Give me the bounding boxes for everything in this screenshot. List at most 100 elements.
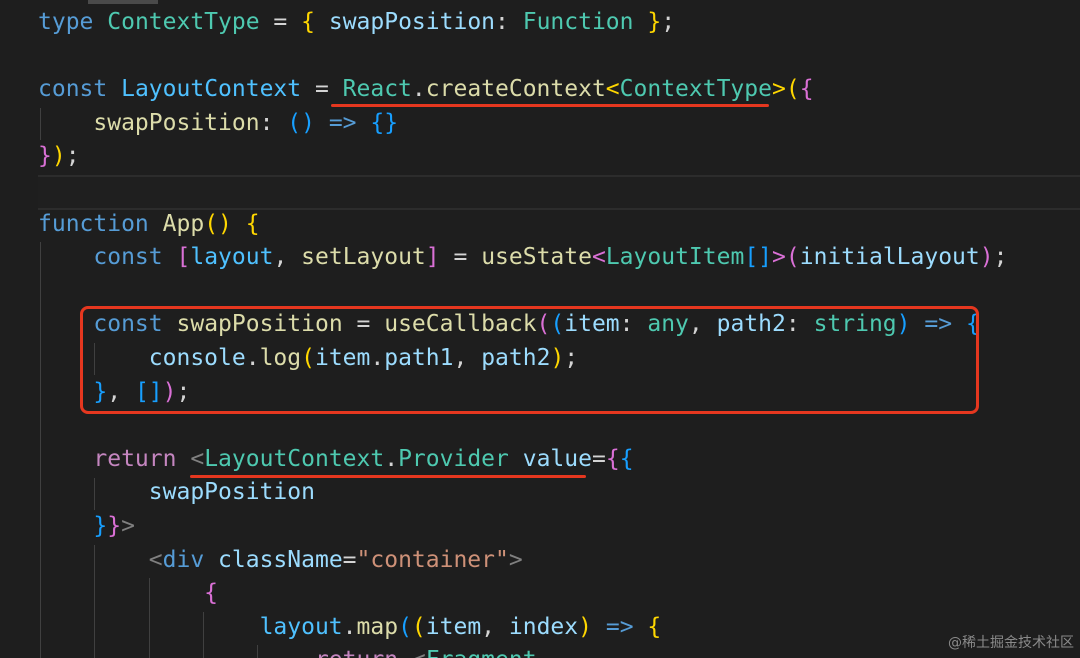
code-token: initialLayout xyxy=(799,244,980,271)
code-token: > xyxy=(772,244,786,271)
code-token: , xyxy=(481,613,509,640)
code-token: } xyxy=(93,513,108,539)
code-token: [ xyxy=(176,244,191,271)
code-token: < xyxy=(148,546,163,573)
code-token: ) xyxy=(51,143,66,170)
code-token: = xyxy=(342,546,357,573)
annotation-box-swap-position xyxy=(80,306,979,414)
code-line[interactable]: }); xyxy=(38,140,80,174)
code-token: } xyxy=(107,513,122,539)
code-token: layout xyxy=(190,244,274,271)
code-line[interactable]: swapPosition xyxy=(38,476,315,510)
code-token: () xyxy=(287,109,315,136)
code-token: : xyxy=(495,9,523,35)
code-token: = xyxy=(591,445,606,472)
code-token: "container" xyxy=(356,546,509,573)
code-token: < xyxy=(591,244,606,271)
code-token: { xyxy=(799,76,814,103)
code-token: function xyxy=(38,210,149,237)
current-line-highlight xyxy=(38,175,1080,210)
code-token: React xyxy=(342,76,412,103)
code-token: [] xyxy=(744,244,773,271)
code-token: { xyxy=(245,210,260,237)
code-line[interactable]: { xyxy=(38,577,218,611)
code-line[interactable]: function App() { xyxy=(38,208,260,242)
code-token: < xyxy=(190,445,205,472)
code-token: ( xyxy=(398,613,412,640)
code-token: layout xyxy=(259,613,343,640)
code-token: const xyxy=(38,76,108,103)
code-line[interactable]: return <Fragment xyxy=(38,644,537,658)
code-token: => xyxy=(328,109,357,136)
code-token: ContextType xyxy=(619,76,772,103)
annotation-underline-provider xyxy=(190,475,586,478)
code-line[interactable]: const [layout, setLayout] = useState<Lay… xyxy=(38,241,1007,275)
code-token: = xyxy=(259,9,302,35)
code-token: < xyxy=(412,647,426,658)
code-token: ) xyxy=(578,613,592,640)
code-token: = xyxy=(439,244,482,271)
code-token: { xyxy=(605,445,620,472)
code-token: > xyxy=(771,76,786,103)
code-line[interactable]: type ContextType = { swapPosition: Funct… xyxy=(38,6,675,40)
code-token: } xyxy=(38,143,52,170)
code-token: value xyxy=(522,445,592,472)
code-token: ( xyxy=(785,244,800,271)
code-token: map xyxy=(356,613,399,640)
code-token: > xyxy=(121,513,135,539)
code-token: {} xyxy=(370,109,399,136)
code-token: } xyxy=(647,9,662,35)
code-token: ( xyxy=(411,613,426,640)
code-token: ( xyxy=(785,76,800,103)
code-editor[interactable]: type ContextType = { swapPosition: Funct… xyxy=(0,0,1080,658)
code-line[interactable]: layout.map((item, index) => { xyxy=(38,611,662,645)
code-token: { xyxy=(301,9,315,35)
code-token: setLayout xyxy=(301,244,426,271)
code-line[interactable]: swapPosition: () => {} xyxy=(38,107,398,141)
code-token: swapPosition xyxy=(148,479,315,506)
code-token: Function xyxy=(522,9,634,35)
code-token: LayoutContext xyxy=(204,445,385,472)
code-token: < xyxy=(605,76,620,103)
watermark: @稀土掘金技术社区 xyxy=(948,635,1074,651)
code-token: div xyxy=(162,546,205,573)
code-token: ; xyxy=(661,9,676,35)
code-token: item xyxy=(425,613,482,640)
code-line[interactable]: return <LayoutContext.Provider value={{ xyxy=(38,443,633,477)
code-line[interactable]: <div className="container"> xyxy=(38,544,523,578)
code-line[interactable]: const LayoutContext = React.createContex… xyxy=(38,73,814,107)
code-line[interactable]: }}> xyxy=(38,510,135,544)
code-token: . xyxy=(411,76,426,103)
code-token: Provider xyxy=(398,445,509,472)
clipped-previous-line xyxy=(88,0,158,4)
code-token: Fragment xyxy=(426,647,537,658)
code-token: . xyxy=(384,445,399,472)
code-token: return xyxy=(93,445,177,472)
code-token: return xyxy=(315,647,398,658)
code-token: { xyxy=(204,580,219,607)
code-token: createContext xyxy=(425,76,606,103)
code-token: => xyxy=(605,613,634,640)
code-token: . xyxy=(342,613,357,640)
code-token: { xyxy=(647,613,662,640)
